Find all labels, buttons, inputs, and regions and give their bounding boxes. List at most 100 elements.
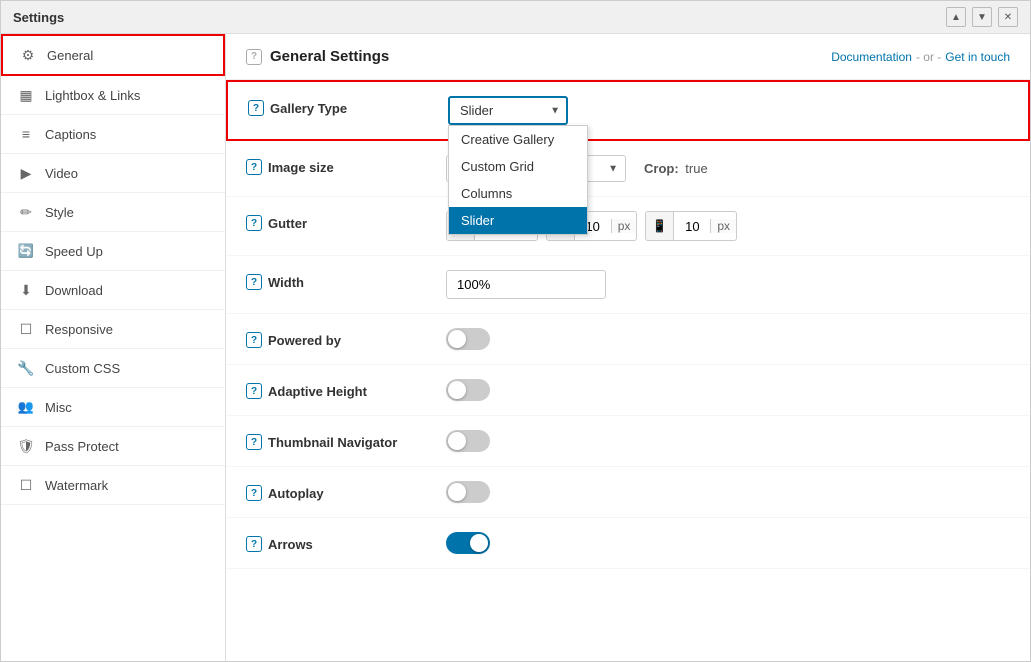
gutter-row: ? Gutter 🖥 px ▣ px 📱 — [226, 197, 1030, 256]
sidebar-label-responsive: Responsive — [45, 322, 113, 337]
gallery-type-select[interactable]: Slider — [448, 96, 568, 125]
gutter-mobile-unit: px — [710, 219, 736, 233]
image-size-label: ? Image size — [246, 155, 446, 175]
lightbox-icon: ▦ — [17, 86, 35, 104]
arrows-label: ? Arrows — [246, 532, 446, 552]
restore-button[interactable]: ▼ — [972, 7, 992, 27]
content-header-title: ? General Settings — [246, 48, 389, 65]
autoplay-row: ? Autoplay — [226, 467, 1030, 518]
sidebar-label-passprotect: Pass Protect — [45, 439, 119, 454]
adaptive-height-row: ? Adaptive Height — [226, 365, 1030, 416]
thumbnail-navigator-label-text: Thumbnail Navigator — [268, 435, 397, 450]
gutter-mobile-input[interactable] — [674, 215, 710, 238]
sidebar-label-misc: Misc — [45, 400, 72, 415]
adaptive-height-label-text: Adaptive Height — [268, 384, 367, 399]
gallery-type-label: ? Gallery Type — [248, 96, 448, 116]
header-links: Documentation - or - Get in touch — [831, 50, 1010, 64]
passprotect-icon: 🛡 — [17, 437, 35, 455]
arrows-help-icon[interactable]: ? — [246, 536, 262, 552]
gutter-mobile-icon: 📱 — [646, 212, 674, 240]
window-controls: ▲ ▼ ✕ — [946, 7, 1018, 27]
powered-by-toggle[interactable] — [446, 328, 490, 350]
image-size-row: ? Image size ▼ Crop: true — [226, 141, 1030, 197]
main-layout: ⚙ General ▦ Lightbox & Links ≡ Captions … — [1, 34, 1030, 661]
misc-icon: 👥 — [17, 398, 35, 416]
width-field — [446, 270, 1010, 299]
dropdown-option-custom-grid[interactable]: Custom Grid — [449, 153, 587, 180]
gear-icon: ⚙ — [19, 46, 37, 64]
dropdown-option-creative-gallery[interactable]: Creative Gallery — [449, 126, 587, 153]
powered-by-help-icon[interactable]: ? — [246, 332, 262, 348]
sidebar-label-style: Style — [45, 205, 74, 220]
get-in-touch-link[interactable]: Get in touch — [945, 50, 1010, 64]
width-input[interactable] — [446, 270, 606, 299]
sidebar-label-speedup: Speed Up — [45, 244, 103, 259]
close-button[interactable]: ✕ — [998, 7, 1018, 27]
speedup-icon: 🔄 — [17, 242, 35, 260]
gutter-help-icon[interactable]: ? — [246, 215, 262, 231]
crop-label: Crop: true — [644, 161, 708, 176]
sidebar-item-captions[interactable]: ≡ Captions — [1, 115, 225, 154]
autoplay-toggle-track — [446, 481, 490, 503]
sidebar-item-passprotect[interactable]: 🛡 Pass Protect — [1, 427, 225, 466]
sidebar-item-customcss[interactable]: 🔧 Custom CSS — [1, 349, 225, 388]
thumbnail-navigator-label: ? Thumbnail Navigator — [246, 430, 446, 450]
page-title: General Settings — [270, 48, 389, 65]
video-icon: ▶ — [17, 164, 35, 182]
sidebar-item-general[interactable]: ⚙ General — [1, 34, 225, 76]
adaptive-height-toggle[interactable] — [446, 379, 490, 401]
gallery-type-label-text: Gallery Type — [270, 101, 347, 116]
sidebar-item-download[interactable]: ⬇ Download — [1, 271, 225, 310]
arrows-row: ? Arrows — [226, 518, 1030, 569]
arrows-label-text: Arrows — [268, 537, 313, 552]
arrows-field — [446, 532, 1010, 554]
dropdown-option-slider[interactable]: Slider — [449, 207, 587, 234]
powered-by-toggle-thumb — [448, 330, 466, 348]
thumbnail-navigator-toggle-track — [446, 430, 490, 452]
powered-by-label-text: Powered by — [268, 333, 341, 348]
captions-icon: ≡ — [17, 125, 35, 143]
gallery-type-help-icon[interactable]: ? — [248, 100, 264, 116]
content-header: ? General Settings Documentation - or - … — [226, 34, 1030, 80]
sidebar-label-lightbox: Lightbox & Links — [45, 88, 140, 103]
sidebar-item-video[interactable]: ▶ Video — [1, 154, 225, 193]
autoplay-help-icon[interactable]: ? — [246, 485, 262, 501]
general-settings-help-icon[interactable]: ? — [246, 49, 262, 65]
autoplay-field — [446, 481, 1010, 503]
sidebar-item-watermark[interactable]: ☐ Watermark — [1, 466, 225, 505]
adaptive-height-help-icon[interactable]: ? — [246, 383, 262, 399]
sidebar-label-video: Video — [45, 166, 78, 181]
sidebar-item-speedup[interactable]: 🔄 Speed Up — [1, 232, 225, 271]
download-icon: ⬇ — [17, 281, 35, 299]
width-row: ? Width — [226, 256, 1030, 314]
crop-label-text: Crop: — [644, 161, 679, 176]
title-bar: Settings ▲ ▼ ✕ — [1, 1, 1030, 34]
sidebar-item-lightbox[interactable]: ▦ Lightbox & Links — [1, 76, 225, 115]
autoplay-toggle[interactable] — [446, 481, 490, 503]
documentation-link[interactable]: Documentation — [831, 50, 912, 64]
autoplay-label: ? Autoplay — [246, 481, 446, 501]
header-separator: - or - — [916, 50, 941, 64]
arrows-toggle[interactable] — [446, 532, 490, 554]
sidebar-item-responsive[interactable]: ☐ Responsive — [1, 310, 225, 349]
thumbnail-navigator-field — [446, 430, 1010, 452]
sidebar-item-style[interactable]: ✏ Style — [1, 193, 225, 232]
gallery-type-row: ? Gallery Type Slider ▼ Creative Gallery… — [226, 80, 1030, 141]
gutter-label-text: Gutter — [268, 216, 307, 231]
customcss-icon: 🔧 — [17, 359, 35, 377]
gutter-tablet-unit: px — [611, 219, 637, 233]
sidebar-label-general: General — [47, 48, 93, 63]
window-title: Settings — [13, 10, 64, 25]
sidebar-item-misc[interactable]: 👥 Misc — [1, 388, 225, 427]
powered-by-field — [446, 328, 1010, 350]
minimize-button[interactable]: ▲ — [946, 7, 966, 27]
sidebar-label-captions: Captions — [45, 127, 96, 142]
thumbnail-navigator-help-icon[interactable]: ? — [246, 434, 262, 450]
width-help-icon[interactable]: ? — [246, 274, 262, 290]
gallery-type-field: Slider ▼ Creative Gallery Custom Grid Co… — [448, 96, 1008, 125]
thumbnail-navigator-toggle[interactable] — [446, 430, 490, 452]
image-size-help-icon[interactable]: ? — [246, 159, 262, 175]
powered-by-row: ? Powered by — [226, 314, 1030, 365]
responsive-icon: ☐ — [17, 320, 35, 338]
dropdown-option-columns[interactable]: Columns — [449, 180, 587, 207]
